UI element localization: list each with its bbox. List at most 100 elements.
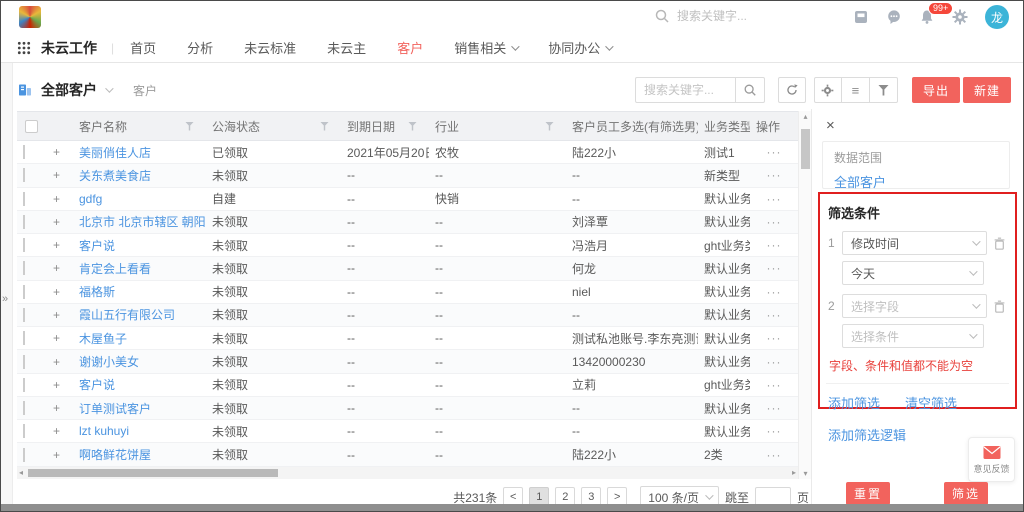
row-expand-button[interactable]: + [47, 145, 73, 159]
customer-name-link[interactable]: 霞山五行有限公司 [73, 306, 206, 323]
export-button[interactable]: 导出 [912, 77, 960, 103]
filter-icon[interactable] [545, 122, 554, 131]
condition-field-select[interactable]: 选择字段 [842, 294, 987, 318]
settings-button[interactable] [814, 77, 842, 103]
row-expand-button[interactable]: + [47, 424, 73, 438]
customer-name-link[interactable]: 关东煮美食店 [73, 167, 206, 184]
table-row[interactable]: +订单测试客户未领取------默认业务类型··· [17, 397, 798, 420]
column-header[interactable]: 业务类型 [698, 112, 750, 140]
avatar[interactable]: 龙 [985, 5, 1009, 29]
feedback-widget[interactable]: 意见反馈 [968, 437, 1015, 482]
filter-toggle-button[interactable] [870, 77, 898, 103]
select-all-checkbox[interactable] [25, 120, 38, 133]
refresh-button[interactable] [778, 77, 806, 103]
row-expand-button[interactable]: + [47, 448, 73, 462]
column-header[interactable]: 到期日期 [341, 112, 429, 140]
nav-item-analysis[interactable]: 分析 [187, 38, 213, 57]
delete-condition-icon[interactable] [992, 236, 1007, 251]
row-checkbox[interactable] [23, 261, 25, 275]
list-search-input[interactable] [635, 77, 735, 103]
table-row[interactable]: +客户说未领取----立莉ght业务类型··· [17, 374, 798, 397]
chevron-down-icon[interactable] [105, 84, 113, 92]
row-expand-button[interactable]: + [47, 308, 73, 322]
scroll-left-icon[interactable]: ◂ [19, 467, 23, 479]
row-expand-button[interactable]: + [47, 215, 73, 229]
table-row[interactable]: +肯定会上看看未领取----何龙默认业务类型··· [17, 257, 798, 280]
row-expand-button[interactable]: + [47, 355, 73, 369]
customer-name-link[interactable]: 谢谢小美女 [73, 353, 206, 370]
apply-filter-button[interactable]: 筛选 [944, 482, 988, 505]
condition-field-select[interactable]: 修改时间 [842, 231, 987, 255]
filter-icon[interactable] [320, 122, 329, 131]
row-checkbox[interactable] [23, 308, 25, 322]
nav-item-customers[interactable]: 客户 [397, 38, 423, 57]
table-row[interactable]: +谢谢小美女未领取----13420000230默认业务类型··· [17, 350, 798, 373]
row-actions-button[interactable]: ··· [750, 215, 798, 229]
customer-name-link[interactable]: 木屋鱼子 [73, 330, 206, 347]
vertical-scroll-thumb[interactable] [801, 129, 810, 169]
nav-item-collab[interactable]: 协同办公 [548, 38, 611, 57]
row-actions-button[interactable]: ··· [750, 238, 798, 252]
customer-name-link[interactable]: 订单测试客户 [73, 400, 206, 417]
horizontal-scrollbar[interactable]: ◂ ▸ [17, 467, 798, 479]
row-checkbox[interactable] [23, 238, 25, 252]
customer-name-link[interactable]: lzt kuhuyi [73, 424, 206, 438]
row-actions-button[interactable]: ··· [750, 331, 798, 345]
customer-name-link[interactable]: 肯定会上看看 [73, 260, 206, 277]
table-row[interactable]: +木屋鱼子未领取----测试私池账号.李东亮测试...默认业务类型··· [17, 327, 798, 350]
condition-value-select[interactable]: 选择条件 [842, 324, 984, 348]
column-header[interactable]: 客户员工多选(有筛选男) [566, 112, 698, 140]
row-actions-button[interactable]: ··· [750, 261, 798, 275]
customer-name-link[interactable]: 客户说 [73, 237, 206, 254]
row-expand-button[interactable]: + [47, 261, 73, 275]
workspace-title[interactable]: 未云工作 [41, 38, 97, 58]
row-checkbox[interactable] [23, 331, 25, 345]
row-expand-button[interactable]: + [47, 285, 73, 299]
nav-item-home[interactable]: 首页 [130, 38, 156, 57]
row-expand-button[interactable]: + [47, 401, 73, 415]
customer-name-link[interactable]: 北京市 北京市辖区 朝阳区 [73, 213, 206, 230]
row-checkbox[interactable] [23, 355, 25, 369]
scroll-right-icon[interactable]: ▸ [792, 467, 796, 479]
customer-name-link[interactable]: gdfg [73, 192, 206, 206]
row-checkbox[interactable] [23, 192, 25, 206]
table-row[interactable]: +福格斯未领取----niel默认业务类型··· [17, 281, 798, 304]
global-search-input[interactable] [677, 9, 787, 23]
list-view-button[interactable]: ≡ [842, 77, 870, 103]
row-actions-button[interactable]: ··· [750, 378, 798, 392]
table-row[interactable]: +lzt kuhuyi未领取------默认业务类型··· [17, 420, 798, 443]
reset-button[interactable]: 重置 [846, 482, 890, 505]
row-expand-button[interactable]: + [47, 192, 73, 206]
condition-value-select[interactable]: 今天 [842, 261, 984, 285]
nav-item-main[interactable]: 未云主 [327, 38, 366, 57]
chat-icon[interactable] [886, 9, 902, 25]
row-checkbox[interactable] [23, 145, 25, 159]
customer-name-link[interactable]: 福格斯 [73, 283, 206, 300]
gear-icon[interactable] [952, 9, 968, 25]
column-header[interactable]: 行业 [429, 112, 566, 140]
row-actions-button[interactable]: ··· [750, 285, 798, 299]
table-row[interactable]: +客户说未领取----冯浩月ght业务类型··· [17, 234, 798, 257]
apps-grid-icon[interactable] [17, 41, 31, 55]
row-actions-button[interactable]: ··· [750, 355, 798, 369]
delete-condition-icon[interactable] [992, 299, 1007, 314]
filter-icon[interactable] [408, 122, 417, 131]
row-expand-button[interactable]: + [47, 331, 73, 345]
row-actions-button[interactable]: ··· [750, 401, 798, 415]
row-actions-button[interactable]: ··· [750, 168, 798, 182]
table-row[interactable]: +北京市 北京市辖区 朝阳区未领取----刘泽覃默认业务类型··· [17, 211, 798, 234]
row-actions-button[interactable]: ··· [750, 145, 798, 159]
row-expand-button[interactable]: + [47, 378, 73, 392]
row-actions-button[interactable]: ··· [750, 448, 798, 462]
row-checkbox[interactable] [23, 215, 25, 229]
view-title[interactable]: 全部客户 [41, 80, 97, 100]
row-checkbox[interactable] [23, 168, 25, 182]
row-checkbox[interactable] [23, 285, 25, 299]
column-header[interactable]: 客户名称 [73, 112, 206, 140]
customer-name-link[interactable]: 美丽俏佳人店 [73, 144, 206, 161]
customer-name-link[interactable]: 客户说 [73, 376, 206, 393]
row-actions-button[interactable]: ··· [750, 308, 798, 322]
nav-item-standard[interactable]: 未云标准 [244, 38, 296, 57]
filter-icon[interactable] [185, 122, 194, 131]
search-button[interactable] [735, 77, 765, 103]
